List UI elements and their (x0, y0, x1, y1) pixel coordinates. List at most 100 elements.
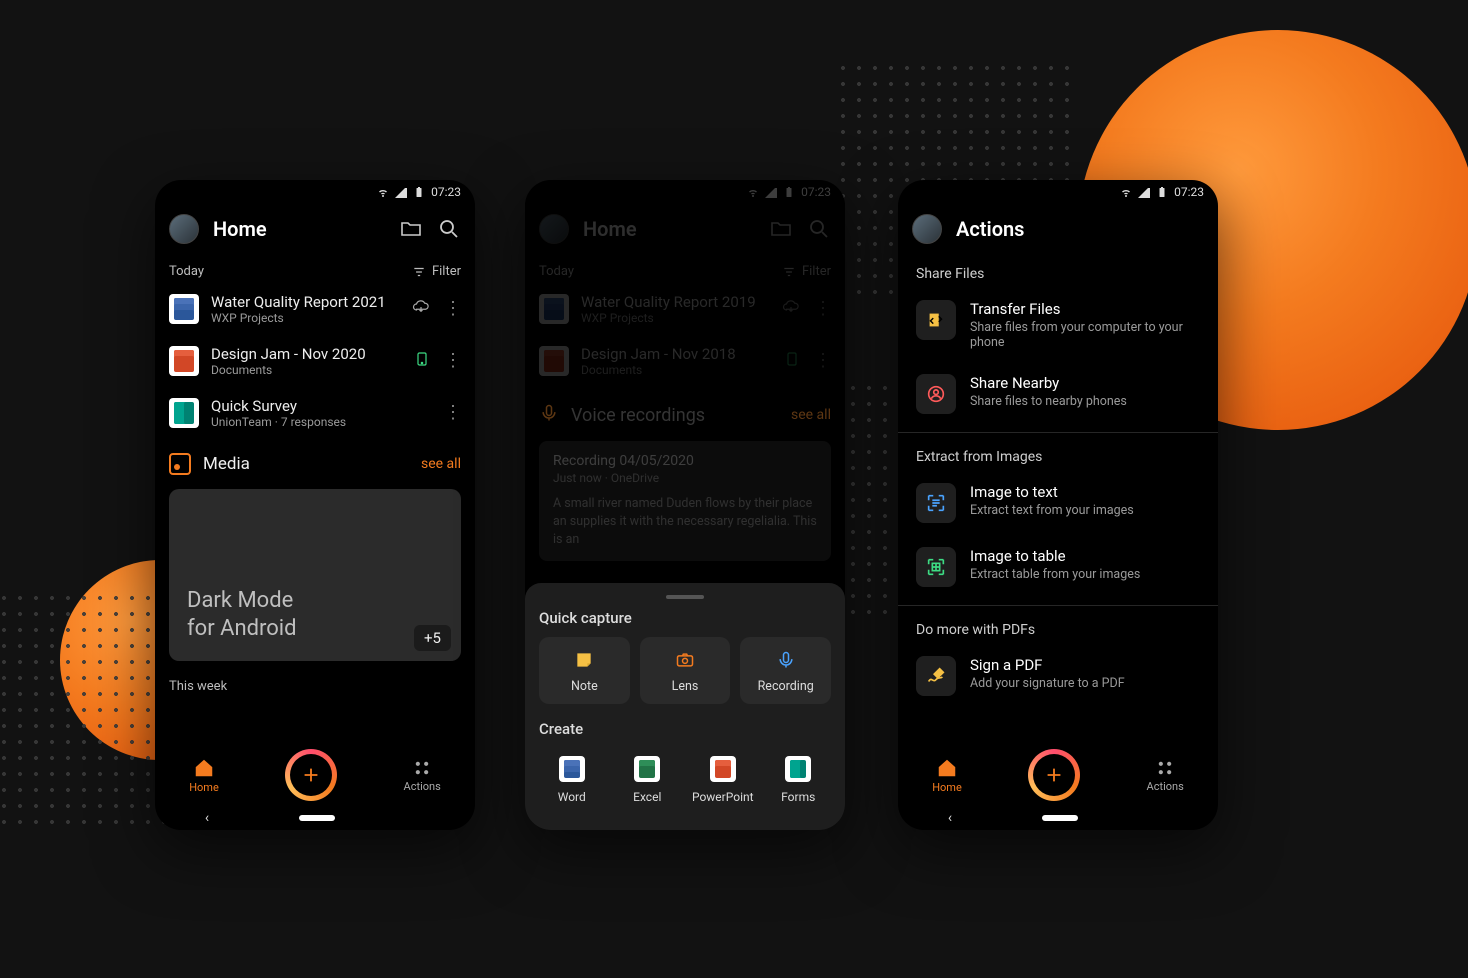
doc-row: Design Jam - Nov 2018Documents (525, 335, 845, 387)
nav-home[interactable]: Home (932, 757, 962, 794)
action-sub: Add your signature to a PDF (970, 676, 1200, 691)
mic-icon (775, 649, 797, 671)
card-sub: Just now · OneDrive (553, 471, 817, 485)
action-image-to-text[interactable]: Image to text Extract text from your imag… (898, 471, 1218, 535)
action-title: Sign a PDF (970, 656, 1200, 674)
android-softbar: ‹ (155, 806, 475, 830)
cell-label: PowerPoint (692, 790, 754, 804)
doc-sub: WXP Projects (581, 311, 770, 325)
page-title: Home (583, 217, 755, 241)
back-icon[interactable]: ‹ (948, 810, 952, 826)
action-image-to-table[interactable]: Image to tableExtract table from your im… (898, 535, 1218, 599)
create-word[interactable]: Word (539, 748, 605, 812)
create-powerpoint[interactable]: PowerPoint (690, 748, 756, 812)
nav-actions[interactable]: Actions (404, 758, 441, 793)
media-caption: Dark Modefor Android (187, 587, 297, 643)
image-table-icon (916, 547, 956, 587)
plus-icon (300, 764, 322, 786)
overflow-menu-icon[interactable] (444, 404, 461, 422)
mic-icon (539, 403, 559, 427)
page-title: Home (213, 217, 385, 241)
fab-create[interactable] (1030, 751, 1078, 799)
doc-title: Design Jam - Nov 2018 (581, 345, 772, 363)
create-forms[interactable]: Forms (766, 748, 832, 812)
action-transfer-files[interactable]: Transfer FilesShare files from your comp… (898, 288, 1218, 362)
overflow-menu-icon[interactable] (444, 300, 461, 318)
nav-home[interactable]: Home (189, 757, 219, 794)
actions-grid-icon (1155, 758, 1175, 778)
cell-label: Word (558, 790, 586, 804)
card-body: A small river named Duden flows by their… (553, 495, 817, 549)
mobile-badge-icon (784, 349, 800, 373)
wifi-icon (747, 186, 759, 198)
cell-icon (765, 186, 777, 198)
filter-label: Filter (432, 264, 461, 279)
search-icon[interactable] (437, 217, 461, 241)
clock: 07:23 (431, 185, 461, 199)
word-icon (169, 294, 199, 324)
see-all-link: see all (791, 407, 831, 423)
cell-label: Forms (781, 790, 815, 804)
sign-icon (916, 656, 956, 696)
action-sub: Share files to nearby phones (970, 394, 1200, 409)
action-share-nearby[interactable]: Share NearbyShare files to nearby phones (898, 362, 1218, 426)
doc-title: Water Quality Report 2019 (581, 293, 770, 311)
nav-actions[interactable]: Actions (1147, 758, 1184, 793)
home-pill[interactable] (299, 815, 335, 821)
nav-label: Home (932, 781, 962, 794)
doc-sub: UnionTeam · 7 responses (211, 415, 432, 429)
fab-create[interactable] (287, 751, 335, 799)
divider (898, 605, 1218, 606)
nav-label: Home (189, 781, 219, 794)
avatar[interactable] (169, 214, 199, 244)
overflow-menu-icon (814, 300, 831, 318)
folder-icon (769, 217, 793, 241)
action-title: Image to text (970, 483, 1200, 501)
voice-card: Recording 04/05/2020 Just now · OneDrive… (539, 441, 831, 561)
phone-create-sheet: 07:23 Home Today Filter Water Quality Re… (525, 180, 845, 830)
cloud-download-icon[interactable] (412, 298, 430, 320)
divider (898, 432, 1218, 433)
home-icon (936, 757, 958, 779)
create-excel[interactable]: Excel (615, 748, 681, 812)
media-tile[interactable]: Dark Modefor Android +5 (169, 489, 461, 661)
quick-recording[interactable]: Recording (740, 637, 831, 704)
doc-row[interactable]: Design Jam - Nov 2020Documents (155, 335, 475, 387)
media-icon (169, 453, 191, 475)
word-icon (539, 294, 569, 324)
action-sub: Extract text from your images (970, 503, 1200, 518)
filter-button[interactable]: Filter (412, 264, 461, 279)
quick-lens[interactable]: Lens (640, 637, 731, 704)
doc-row: Water Quality Report 2019WXP Projects (525, 283, 845, 335)
filter-button: Filter (782, 264, 831, 279)
sheet-handle[interactable] (666, 595, 704, 599)
doc-sub: Documents (211, 363, 402, 377)
home-icon (193, 757, 215, 779)
section-today: Today (539, 264, 574, 279)
actions-grid-icon (412, 758, 432, 778)
section-today: Today (169, 264, 204, 279)
cell-icon (1138, 186, 1150, 198)
home-pill[interactable] (1042, 815, 1078, 821)
mobile-badge-icon (414, 349, 430, 373)
filter-icon (412, 265, 426, 279)
voice-heading: Voice recordings (571, 405, 779, 426)
overflow-menu-icon[interactable] (444, 352, 461, 370)
clock: 07:23 (801, 185, 831, 199)
see-all-link[interactable]: see all (421, 456, 461, 472)
status-bar: 07:23 (898, 180, 1218, 204)
filter-label: Filter (802, 264, 831, 279)
phone-actions: 07:23 Actions Share Files Transfer Files… (898, 180, 1218, 830)
image-text-icon (916, 483, 956, 523)
nav-label: Actions (1147, 780, 1184, 793)
doc-row[interactable]: Quick SurveyUnionTeam · 7 responses (155, 387, 475, 439)
folder-icon[interactable] (399, 217, 423, 241)
action-sign-pdf[interactable]: Sign a PDF Add your signature to a PDF (898, 644, 1218, 708)
quick-note[interactable]: Note (539, 637, 630, 704)
lens-icon (674, 649, 696, 671)
back-icon[interactable]: ‹ (205, 810, 209, 826)
group-share: Share Files (898, 256, 1218, 288)
cell-label: Lens (672, 679, 699, 694)
avatar[interactable] (912, 214, 942, 244)
doc-row[interactable]: Water Quality Report 2021WXP Projects (155, 283, 475, 335)
